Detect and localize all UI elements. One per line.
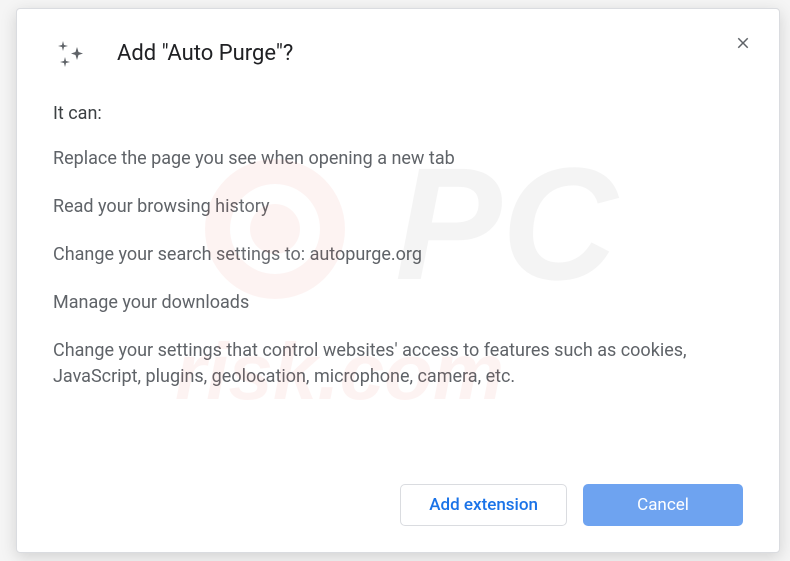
permission-item: Change your settings that control websit…: [53, 338, 743, 390]
permission-item: Change your search settings to: autopurg…: [53, 242, 743, 268]
close-icon: [734, 34, 752, 52]
extension-install-dialog: Add "Auto Purge"? It can: Replace the pa…: [16, 8, 780, 553]
dialog-title: Add "Auto Purge"?: [117, 39, 293, 70]
dialog-footer: Add extension Cancel: [17, 466, 779, 552]
add-extension-button[interactable]: Add extension: [400, 484, 567, 526]
extension-sparkle-icon: [53, 37, 89, 73]
cancel-button[interactable]: Cancel: [583, 484, 743, 526]
close-button[interactable]: [731, 31, 755, 55]
dialog-body: It can: Replace the page you see when op…: [17, 83, 779, 466]
permission-item: Manage your downloads: [53, 290, 743, 316]
permission-item: Read your browsing history: [53, 194, 743, 220]
dialog-header: Add "Auto Purge"?: [17, 9, 779, 83]
permission-item: Replace the page you see when opening a …: [53, 146, 743, 172]
permissions-intro: It can:: [53, 103, 743, 124]
